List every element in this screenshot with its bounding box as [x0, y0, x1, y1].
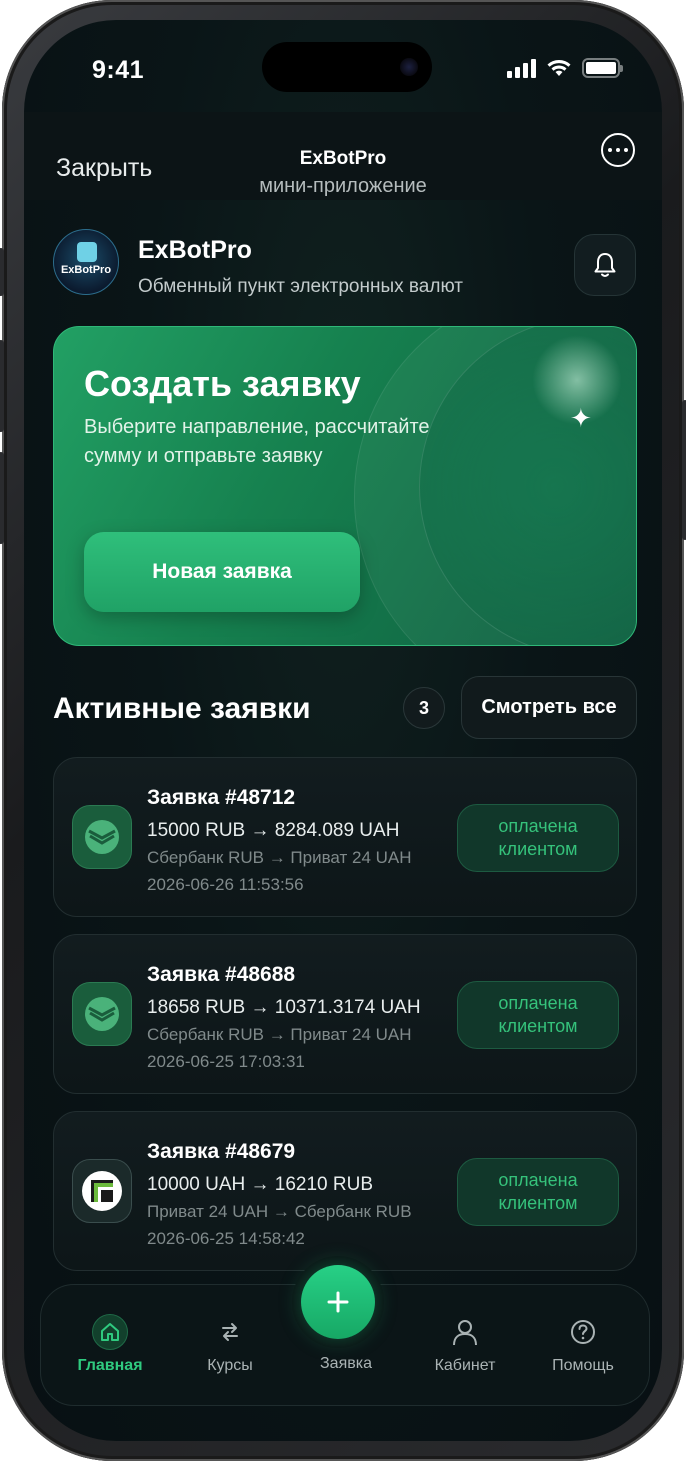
create-order-description: Выберите направление, рассчитайте сумму … [84, 416, 430, 467]
wifi-icon [547, 60, 571, 76]
power-button [682, 400, 686, 540]
sberbank-icon [72, 805, 132, 869]
create-order-card: ✦ Создать заявку Выберите направление, р… [53, 326, 637, 646]
tab-rates[interactable]: Курсы [175, 1313, 285, 1375]
tab-cabinet[interactable]: Кабинет [410, 1313, 520, 1375]
status-time: 9:41 [92, 56, 145, 84]
screen: 9:41 Закрыть ExBotPro мини-приложение Ex… [24, 20, 662, 1441]
order-amount: 18658 RUB → 10371.3174 UAH [147, 997, 421, 1018]
orders-count-badge: 3 [403, 687, 445, 729]
status-badge: оплачена клиентом [457, 804, 619, 872]
tab-new-order[interactable] [292, 1256, 384, 1348]
order-route: Приват 24 UAH → Сбербанк RUB [147, 1202, 412, 1221]
tab-home-label: Главная [77, 1357, 143, 1374]
order-date: 2026-06-25 17:03:31 [147, 1052, 305, 1071]
new-order-fab[interactable] [301, 1265, 375, 1339]
cellular-signal-icon [507, 58, 536, 78]
order-card[interactable]: Заявка #48679 10000 UAH → 16210 RUB Прив… [53, 1111, 637, 1271]
brand-name: ExBotPro [138, 236, 252, 264]
tab-help-label: Помощь [552, 1357, 614, 1374]
brand-tagline: Обменный пункт электронных валют [138, 276, 463, 297]
new-order-button[interactable]: Новая заявка [84, 532, 360, 612]
order-date: 2026-06-26 11:53:56 [147, 875, 304, 894]
sparkle-icon: ✦ [570, 403, 592, 433]
status-icons [507, 58, 623, 78]
section-title: Активные заявки [53, 692, 311, 725]
order-date: 2026-06-25 14:58:42 [147, 1229, 305, 1248]
app-subtitle: мини-приложение [259, 175, 427, 197]
dot-icon [608, 148, 612, 152]
phone-frame: 9:41 Закрыть ExBotPro мини-приложение Ex… [0, 0, 686, 1461]
notifications-button[interactable] [574, 234, 636, 296]
order-route: Сбербанк RUB → Приват 24 UAH [147, 1025, 412, 1044]
order-title: Заявка #48712 [147, 786, 296, 809]
order-card[interactable]: Заявка #48712 15000 RUB → 8284.089 UAH С… [53, 757, 637, 917]
dot-icon [624, 148, 628, 152]
exchange-arrows-icon [175, 1313, 285, 1351]
order-card[interactable]: Заявка #48688 18658 RUB → 10371.3174 UAH… [53, 934, 637, 1094]
shield-icon [77, 242, 97, 262]
bell-icon [594, 253, 616, 277]
order-route: Сбербанк RUB → Приват 24 UAH [147, 848, 412, 867]
dynamic-island [262, 42, 432, 92]
sberbank-icon [72, 982, 132, 1046]
tab-help[interactable]: Помощь [528, 1313, 638, 1375]
tab-home[interactable]: Главная [55, 1313, 165, 1375]
order-title: Заявка #48679 [147, 1140, 296, 1163]
status-badge: оплачена клиентом [457, 981, 619, 1049]
order-title: Заявка #48688 [147, 963, 296, 986]
plus-icon [327, 1291, 349, 1313]
brand-logo: ExBotPro [53, 229, 119, 295]
volume-up-button [0, 340, 4, 432]
mini-app-header: Закрыть ExBotPro мини-приложение [24, 112, 662, 200]
tab-rates-label: Курсы [207, 1357, 253, 1374]
mute-switch [0, 248, 4, 296]
create-order-title: Создать заявку [84, 363, 361, 404]
tab-cabinet-label: Кабинет [434, 1357, 496, 1374]
order-amount: 15000 RUB → 8284.089 UAH [147, 820, 400, 841]
dot-icon [616, 148, 620, 152]
volume-down-button [0, 452, 4, 544]
app-title: ExBotPro [299, 148, 387, 169]
status-badge: оплачена клиентом [457, 1158, 619, 1226]
brand-logo-text: ExBotPro [60, 264, 112, 276]
tab-new-order-label: Заявка [320, 1355, 372, 1372]
user-icon [410, 1313, 520, 1351]
order-amount: 10000 UAH → 16210 RUB [147, 1174, 374, 1195]
privat24-icon [72, 1159, 132, 1223]
more-options-button[interactable] [601, 133, 635, 167]
battery-icon [582, 58, 623, 78]
camera-icon [400, 58, 418, 76]
home-icon [92, 1314, 128, 1350]
see-all-button[interactable]: Смотреть все [461, 676, 637, 739]
help-icon [528, 1313, 638, 1351]
